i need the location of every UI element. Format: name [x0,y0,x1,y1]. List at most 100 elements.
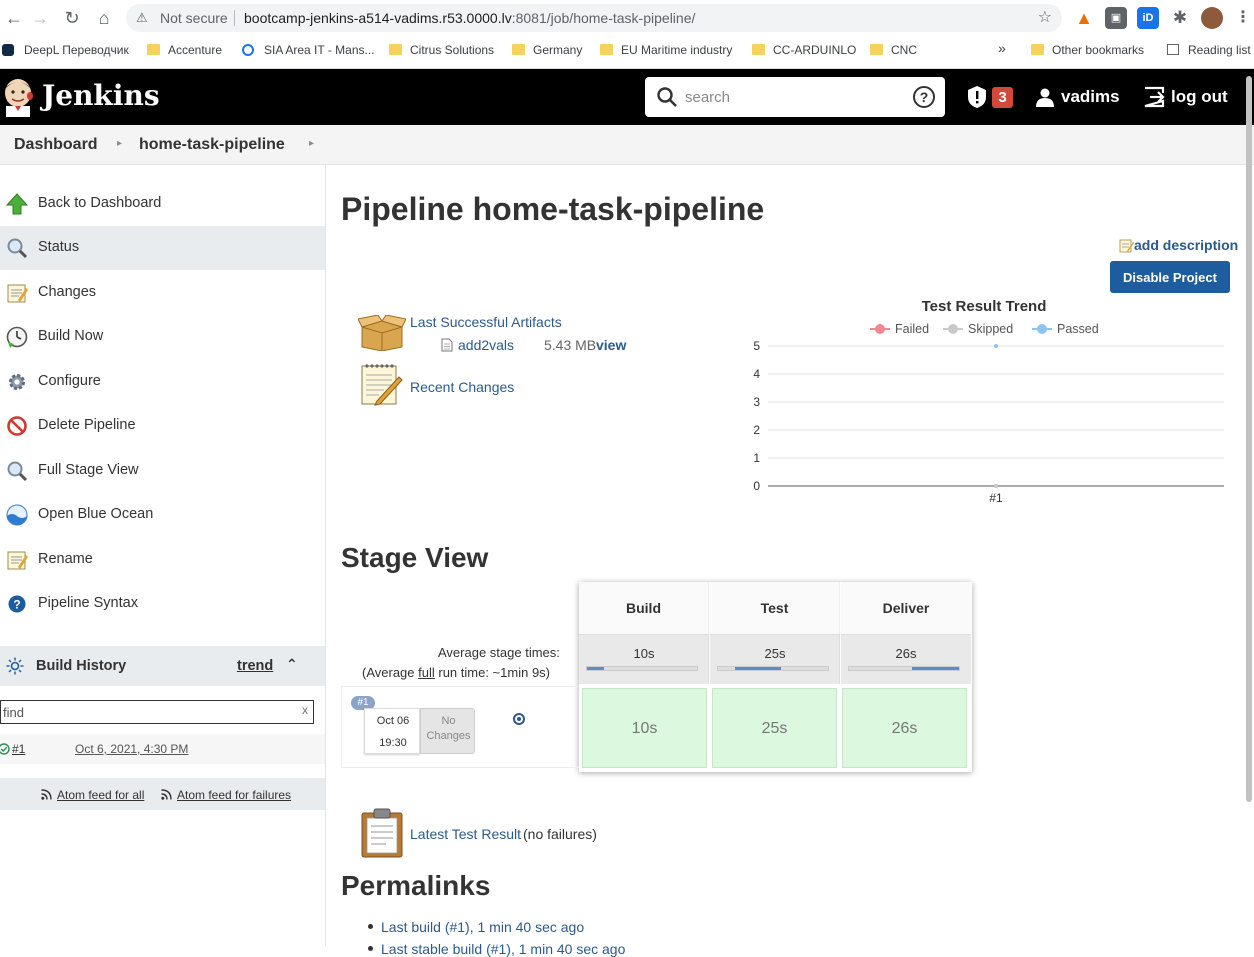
chart-point-skipped[interactable] [994,484,998,488]
file-icon [441,338,453,352]
warning-icon: ⚠ [136,10,148,25]
page-title: Pipeline home-task-pipeline [341,191,765,227]
build-history-find-input[interactable] [3,703,293,721]
url-host: bootcamp-jenkins-a514-vadims.r53.0000.lv [244,10,512,26]
breadcrumb-dashboard[interactable]: Dashboard [14,136,98,154]
bookmark-accenture[interactable]: Accenture [147,42,222,58]
legend-item-passed[interactable]: Passed [1032,322,1099,336]
build-history-trend-link[interactable]: trend [237,658,273,674]
reload-icon[interactable]: ↻ [60,6,84,30]
search-help-icon[interactable]: ? [913,86,935,108]
breadcrumb-chevron-icon[interactable]: ▸ [309,138,314,149]
folder-icon [389,44,402,55]
reading-list[interactable]: Reading list [1167,42,1251,58]
bookmarks-bar: DeepL Переводчик Accenture SIA Area IT -… [0,38,1254,62]
bookmark-eu-maritime[interactable]: EU Maritime industry [600,42,732,58]
chart-y-tick-label: 3 [753,395,760,409]
build-history-row: #1 Oct 6, 2021, 4:30 PM [0,734,325,764]
legend-label: Passed [1057,322,1099,336]
bookmark-cc-arduinlo[interactable]: CC-ARDUINLO [752,42,856,58]
bookmark-deepl[interactable]: DeepL Переводчик [2,42,129,58]
build-history-find-box[interactable]: x [0,700,314,724]
profile-avatar[interactable] [1201,7,1223,29]
sidebar-item-pipeline-syntax[interactable]: ? Pipeline Syntax [0,582,325,626]
stage-header-deliver: Deliver [841,582,971,634]
stage-cell-test[interactable]: 25s [712,688,837,768]
alerts-count-badge[interactable]: 3 [992,87,1013,108]
logout-icon[interactable] [1143,86,1167,108]
browser-menu-icon[interactable]: ⋮ [1232,7,1254,29]
latest-test-result-link[interactable]: Latest Test Result [410,826,521,842]
jenkins-title[interactable]: Jenkins [42,79,160,112]
other-bookmarks[interactable]: Other bookmarks [1031,42,1144,58]
bookmark-germany[interactable]: Germany [512,42,582,58]
collapse-chevron-up-icon[interactable]: ⌃ [286,656,298,673]
search-box[interactable]: ? [645,77,945,117]
sidebar-item-label: Delete Pipeline [38,417,136,433]
edit-notepad-icon [1119,239,1134,253]
home-icon[interactable]: ⌂ [92,6,116,30]
sidebar-item-open-blue-ocean[interactable]: Open Blue Ocean [0,493,325,537]
sidebar-item-configure[interactable]: Configure [0,360,325,404]
permalink-last-stable-build[interactable]: Last stable build (#1), 1 min 40 sec ago [381,941,625,957]
address-bar[interactable]: ⚠ Not secure bootcamp-jenkins-a514-vadim… [126,4,1062,32]
add-description-link[interactable]: add description [1119,237,1238,253]
sia-icon [242,44,254,56]
sidebar-item-changes[interactable]: Changes [0,271,325,315]
clear-find-icon[interactable]: x [302,703,308,717]
logout-link[interactable]: log out [1171,87,1228,107]
extension-icon[interactable]: ▣ [1105,7,1127,29]
sidebar: Back to Dashboard Status Changes Build N… [0,165,326,946]
user-name-link[interactable]: vadims [1061,87,1120,107]
legend-item-skipped[interactable]: Skipped [943,322,1013,336]
artifacts-box-icon [358,315,406,351]
avg-full-link[interactable]: full [418,665,435,680]
no-changes-box[interactable]: No Changes [420,708,475,754]
bookmark-citrus[interactable]: Citrus Solutions [389,42,494,58]
security-shield-icon[interactable] [966,85,988,109]
bookmark-cnc[interactable]: CNC [870,42,917,58]
legend-item-failed[interactable]: Failed [870,322,929,336]
build-number-link[interactable]: #1 [12,742,25,756]
user-icon[interactable] [1035,87,1055,107]
disable-project-button[interactable]: Disable Project [1110,261,1230,293]
sidebar-item-back-to-dashboard[interactable]: Back to Dashboard [0,182,325,226]
breadcrumb-job[interactable]: home-task-pipeline [139,136,285,154]
sidebar-item-status[interactable]: Status [0,226,325,270]
rss-icon [161,789,172,800]
sidebar-item-rename[interactable]: Rename [0,538,325,582]
stage-cell-build[interactable]: 10s [582,688,707,768]
atom-feed-all-link[interactable]: Atom feed for all [57,788,144,802]
sidebar-item-delete-pipeline[interactable]: Delete Pipeline [0,404,325,448]
reading-list-label: Reading list [1188,43,1251,57]
build-date-link[interactable]: Oct 6, 2021, 4:30 PM [75,742,188,756]
artifact-file-link[interactable]: add2vals [458,337,514,353]
bookmark-label: CNC [891,43,917,57]
chart-point-passed[interactable] [994,344,998,348]
artifact-view-link[interactable]: view [596,337,626,353]
back-icon[interactable]: ← [2,6,26,30]
permalink-last-build[interactable]: Last build (#1), 1 min 40 sec ago [381,919,584,935]
search-input[interactable] [685,85,905,109]
browser-toolbar: ← → ↻ ⌂ ⚠ Not secure bootcamp-jenkins-a5… [0,0,1254,36]
puzzle-extensions-icon[interactable]: ✱ [1169,7,1191,29]
page-scrollbar[interactable] [1246,76,1252,802]
recent-changes-link[interactable]: Recent Changes [410,379,514,395]
vlc-extension-icon[interactable]: ▲ [1073,7,1095,29]
sidebar-item-build-now[interactable]: Build Now [0,315,325,359]
atom-feed-failures-link[interactable]: Atom feed for failures [177,788,291,802]
bookmark-sia-area-it[interactable]: SIA Area IT - Mans... [242,42,375,58]
breadcrumb-chevron-icon[interactable]: ▸ [117,138,122,149]
browser-chrome: ← → ↻ ⌂ ⚠ Not secure bootcamp-jenkins-a5… [0,0,1254,69]
sidebar-item-full-stage-view[interactable]: Full Stage View [0,449,325,493]
more-bookmarks-button[interactable]: » [998,40,1006,56]
id-extension-icon[interactable]: iD [1137,7,1159,29]
build-date-box[interactable]: Oct 06 19:30 [364,708,420,754]
jenkins-logo-icon[interactable] [0,77,36,117]
stage-cell-deliver[interactable]: 26s [842,688,967,768]
forward-icon[interactable]: → [28,6,52,30]
magnifier-icon [7,461,28,482]
last-successful-artifacts-link[interactable]: Last Successful Artifacts [410,314,562,330]
build-info-icon[interactable] [513,713,525,725]
bookmark-star-icon[interactable]: ☆ [1038,4,1052,32]
